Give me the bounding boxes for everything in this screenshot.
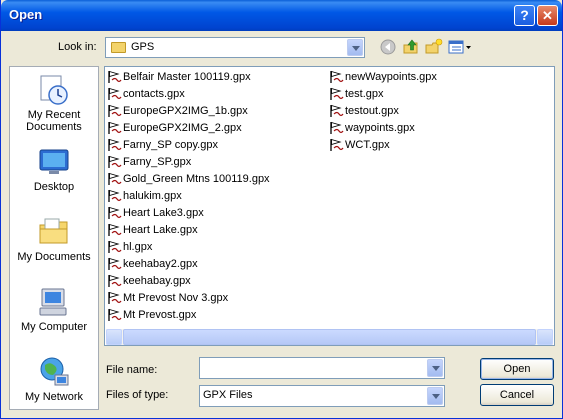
recent-documents-icon — [40, 75, 68, 105]
gpx-file-icon — [108, 104, 122, 117]
place-label: Desktop — [33, 181, 75, 193]
gpx-file-icon — [108, 172, 122, 185]
folder-icon — [111, 42, 126, 53]
place-desktop[interactable]: Desktop — [10, 145, 98, 193]
chevron-down-icon[interactable] — [427, 387, 443, 405]
gpx-file-icon — [330, 104, 344, 117]
files-of-type-value: GPX Files — [203, 389, 253, 401]
gpx-file-icon — [108, 274, 122, 287]
files-of-type-label: Files of type: — [106, 389, 169, 401]
place-label: My Computer — [20, 321, 88, 333]
gpx-file-icon — [330, 87, 344, 100]
gpx-file-icon — [108, 138, 122, 151]
places-bar: My Recent Documents Desktop My Documents — [9, 66, 99, 410]
file-name-input[interactable] — [199, 357, 445, 379]
place-label: My Documents — [17, 251, 91, 263]
file-list[interactable]: Belfair Master 100119.gpx contacts.gpx E… — [104, 66, 555, 346]
place-recent-documents[interactable]: My Recent Documents — [10, 73, 98, 133]
scroll-right-button[interactable] — [537, 329, 553, 345]
view-menu-icon[interactable] — [448, 38, 472, 56]
place-my-network[interactable]: My Network — [10, 355, 98, 403]
gpx-file-icon — [108, 70, 122, 83]
open-dialog: Open ? ✕ Look in: GPS My Recent Document… — [0, 0, 563, 419]
close-button[interactable]: ✕ — [537, 5, 558, 26]
title-bar[interactable]: Open ? ✕ — [1, 0, 562, 31]
gpx-file-icon — [108, 189, 122, 202]
chevron-down-icon[interactable] — [347, 39, 363, 56]
gpx-file-icon — [108, 240, 122, 253]
gpx-file-icon — [108, 257, 122, 270]
gpx-file-icon — [108, 206, 122, 219]
gpx-file-icon — [108, 87, 122, 100]
my-network-icon — [40, 357, 69, 386]
place-label: My Network — [24, 391, 84, 403]
files-of-type-dropdown[interactable]: GPX Files — [199, 385, 445, 407]
desktop-icon — [39, 149, 69, 174]
gpx-file-icon — [108, 155, 122, 168]
place-my-documents[interactable]: My Documents — [10, 215, 98, 263]
back-icon[interactable] — [379, 38, 397, 56]
horizontal-scrollbar[interactable] — [106, 329, 553, 345]
place-my-computer[interactable]: My Computer — [10, 285, 98, 333]
scroll-left-button[interactable] — [106, 329, 122, 345]
my-documents-icon — [39, 218, 68, 244]
gpx-file-icon — [330, 121, 344, 134]
open-button[interactable]: Open — [480, 358, 554, 380]
scroll-thumb[interactable] — [123, 329, 536, 345]
gpx-file-icon — [330, 138, 344, 151]
look-in-dropdown[interactable]: GPS — [105, 37, 365, 58]
window-title: Open — [9, 7, 43, 22]
file-name-label: File name: — [106, 364, 158, 376]
my-computer-icon — [39, 288, 67, 316]
place-label: My Recent Documents — [26, 109, 82, 133]
look-in-label: Look in: — [58, 41, 97, 53]
gpx-file-icon — [108, 291, 122, 304]
chevron-down-icon[interactable] — [427, 359, 443, 377]
help-button[interactable]: ? — [514, 5, 535, 26]
gpx-file-icon — [108, 308, 122, 321]
up-folder-icon[interactable] — [402, 38, 420, 56]
gpx-file-icon — [108, 223, 122, 236]
new-folder-icon[interactable] — [425, 38, 443, 56]
look-in-value: GPS — [131, 41, 155, 53]
gpx-file-icon — [108, 121, 122, 134]
gpx-file-icon — [330, 70, 344, 83]
cancel-button[interactable]: Cancel — [480, 384, 554, 406]
